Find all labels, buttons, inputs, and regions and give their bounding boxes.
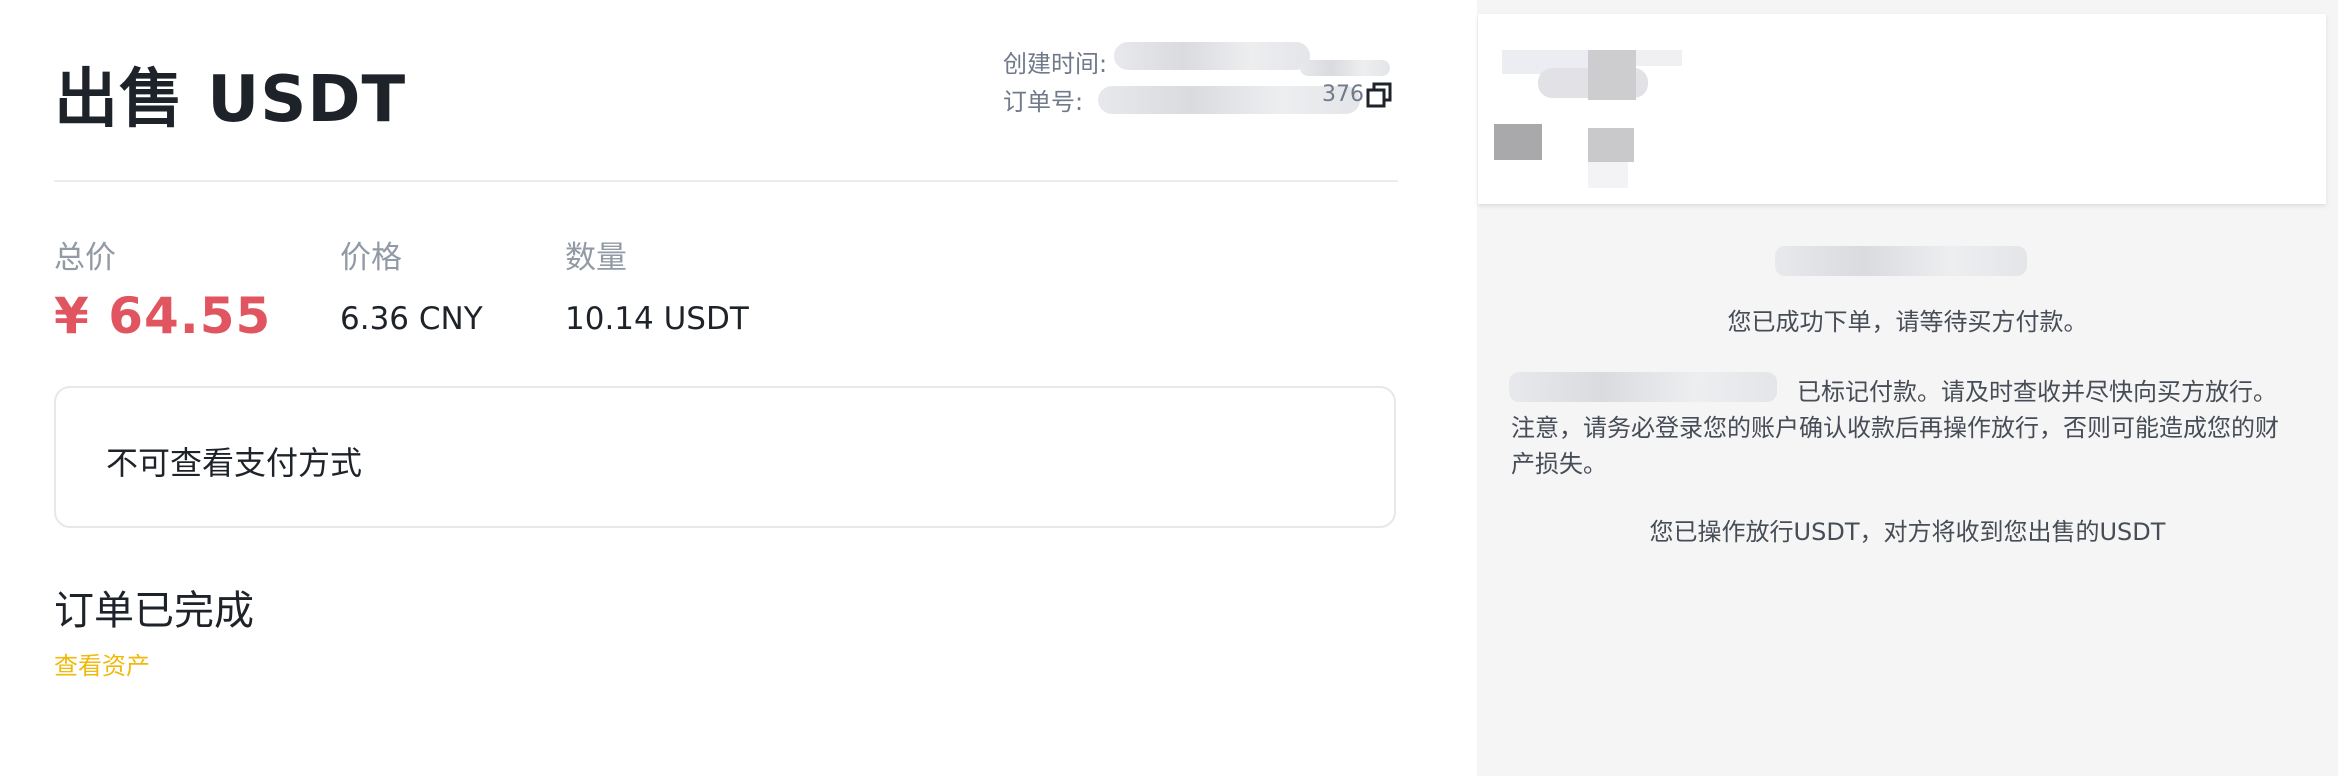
quantity-value: 10.14 USDT	[565, 301, 749, 337]
copy-icon[interactable]	[1366, 82, 1392, 108]
redacted-block	[1588, 128, 1634, 162]
order-status-text: 订单已完成	[54, 588, 254, 634]
quantity-label: 数量	[565, 240, 627, 276]
unit-price-value: 6.36 CNY	[340, 301, 483, 337]
created-time-value-redacted-tail	[1300, 60, 1390, 76]
payment-method-box: 不可查看支付方式	[54, 386, 1396, 528]
chat-msg-released: 您已操作放行USDT，对方将收到您出售的USDT	[1649, 518, 2166, 546]
created-time-label: 创建时间:	[1003, 50, 1108, 78]
order-detail-panel: 出售 USDT 创建时间: 订单号: 376 总价 ¥ 64.55 价格 6.3…	[0, 0, 1440, 776]
redacted-block	[1494, 124, 1542, 160]
redacted-block	[1588, 50, 1636, 100]
order-no-value-redacted	[1098, 86, 1360, 114]
unit-price-label: 价格	[340, 240, 402, 276]
chat-msg-order-placed: 您已成功下单，请等待买方付款。	[1727, 308, 2088, 336]
unit-price-block: 价格 6.36 CNY	[340, 232, 483, 337]
chat-panel: 您已成功下单，请等待买方付款。 已标记付款。请及时查收并尽快向买方放行。 注意，…	[1477, 0, 2338, 776]
header-divider	[54, 180, 1398, 182]
total-price-block: 总价 ¥ 64.55	[54, 232, 271, 345]
order-no-tail: 376	[1322, 82, 1364, 107]
chat-msg-marked-paid-line2: 注意，请务必登录您的账户确认收款后再操作放行，否则可能造成您的财	[1511, 414, 2279, 442]
chat-system-title-redacted	[1775, 246, 2027, 276]
total-price-value: ¥ 64.55	[54, 287, 272, 345]
payment-method-text: 不可查看支付方式	[106, 444, 363, 482]
chat-msg-marked-paid-line1: 已标记付款。请及时查收并尽快向买方放行。	[1797, 378, 2277, 406]
redacted-block	[1588, 162, 1628, 188]
chat-msg-buyer-name-redacted	[1509, 372, 1777, 402]
page-title: 出售 USDT	[54, 63, 407, 137]
chat-header-redacted	[1478, 14, 2326, 204]
created-time-value-redacted	[1114, 42, 1310, 70]
quantity-block: 数量 10.14 USDT	[565, 232, 749, 337]
order-no-label: 订单号:	[1003, 88, 1084, 116]
view-assets-link[interactable]: 查看资产	[54, 646, 150, 681]
chat-msg-marked-paid-line3: 产损失。	[1511, 450, 1607, 478]
total-price-label: 总价	[54, 240, 116, 276]
